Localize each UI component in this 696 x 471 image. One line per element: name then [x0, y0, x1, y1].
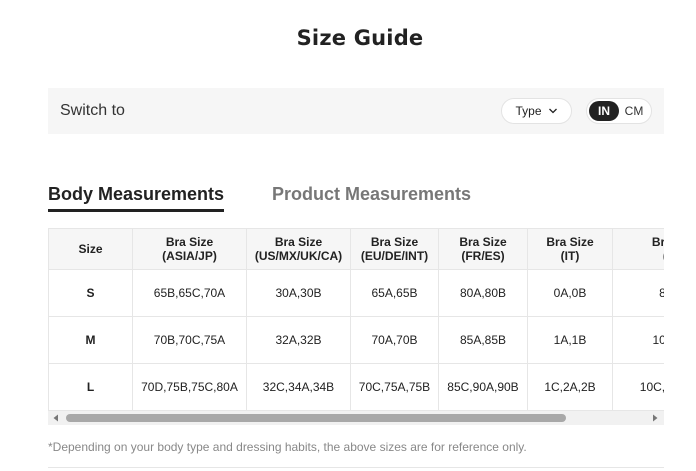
table-cell: 70B,70C,75A [132, 316, 247, 364]
size-table-container: Size Bra Size (ASIA/JP) Bra Size (US/MX/UK… [48, 228, 664, 411]
table-cell: 65B,65C,70A [132, 269, 247, 317]
table-cell: 10A,10B [612, 316, 664, 364]
header-asia-jp: Bra Size (ASIA/JP) [132, 228, 247, 270]
active-tab-underline [48, 209, 224, 212]
table-cell: 70C,75A,75B [350, 363, 439, 411]
tab-product-measurements[interactable]: Product Measurements [272, 184, 471, 205]
header-us-mx-uk-ca: Bra Size (US/MX/UK/CA) [246, 228, 351, 270]
table-cell: 8A,8B [612, 269, 664, 317]
unit-switch-bar: Switch to Type IN CM [48, 88, 664, 134]
switch-label: Switch to [60, 102, 125, 119]
table-cell: 85C,90A,90B [438, 363, 528, 411]
table-cell: 0A,0B [527, 269, 613, 317]
size-cell: M [48, 316, 133, 364]
table-cell: 70D,75B,75C,80A [132, 363, 247, 411]
table-cell: 85A,85B [438, 316, 528, 364]
unit-in-button[interactable]: IN [589, 101, 619, 121]
table-cell: 30A,30B [246, 269, 351, 317]
table-cell: 32A,32B [246, 316, 351, 364]
chevron-down-icon [548, 108, 557, 114]
arrow-left-icon[interactable] [52, 414, 60, 422]
arrow-right-icon[interactable] [651, 414, 659, 422]
header-eu-de-int: Bra Size (EU/DE/INT) [350, 228, 439, 270]
table-cell: 1C,2A,2B [527, 363, 613, 411]
divider [48, 467, 664, 468]
size-cell: S [48, 269, 133, 317]
table-cell: 1A,1B [527, 316, 613, 364]
scrollbar-thumb[interactable] [66, 414, 566, 422]
table-cell: 80A,80B [438, 269, 528, 317]
header-it: Bra Size (IT) [527, 228, 613, 270]
table-row: L 70D,75B,75C,80A 32C,34A,34B 70C,75A,75… [48, 363, 664, 411]
reference-note: *Depending on your body type and dressin… [48, 440, 527, 454]
size-cell: L [48, 363, 133, 411]
type-button-label: Type [515, 104, 542, 118]
unit-toggle: IN CM [586, 98, 652, 124]
page-title: Size Guide [296, 26, 424, 50]
table-row: S 65B,65C,70A 30A,30B 65A,65B 80A,80B 0A… [48, 269, 664, 317]
table-row: M 70B,70C,75A 32A,32B 70A,70B 85A,85B 1A… [48, 316, 664, 364]
table-cell: 70A,70B [350, 316, 439, 364]
table-horizontal-scrollbar[interactable] [48, 411, 664, 425]
table-header-row: Size Bra Size (ASIA/JP) Bra Size (US/MX/UK… [48, 228, 664, 270]
tab-body-measurements[interactable]: Body Measurements [48, 184, 224, 205]
table-cell: 32C,34A,34B [246, 363, 351, 411]
header-fr-es: Bra Size (FR/ES) [438, 228, 528, 270]
header-size: Size [48, 228, 133, 270]
table-cell: 10C,12A,12B [612, 363, 664, 411]
table-cell: 65A,65B [350, 269, 439, 317]
unit-cm-button[interactable]: CM [619, 101, 649, 121]
type-dropdown-button[interactable]: Type [501, 98, 572, 124]
header-au: Bra Size(AU) [612, 228, 664, 270]
size-table: Size Bra Size (ASIA/JP) Bra Size (US/MX/UK… [48, 228, 664, 411]
